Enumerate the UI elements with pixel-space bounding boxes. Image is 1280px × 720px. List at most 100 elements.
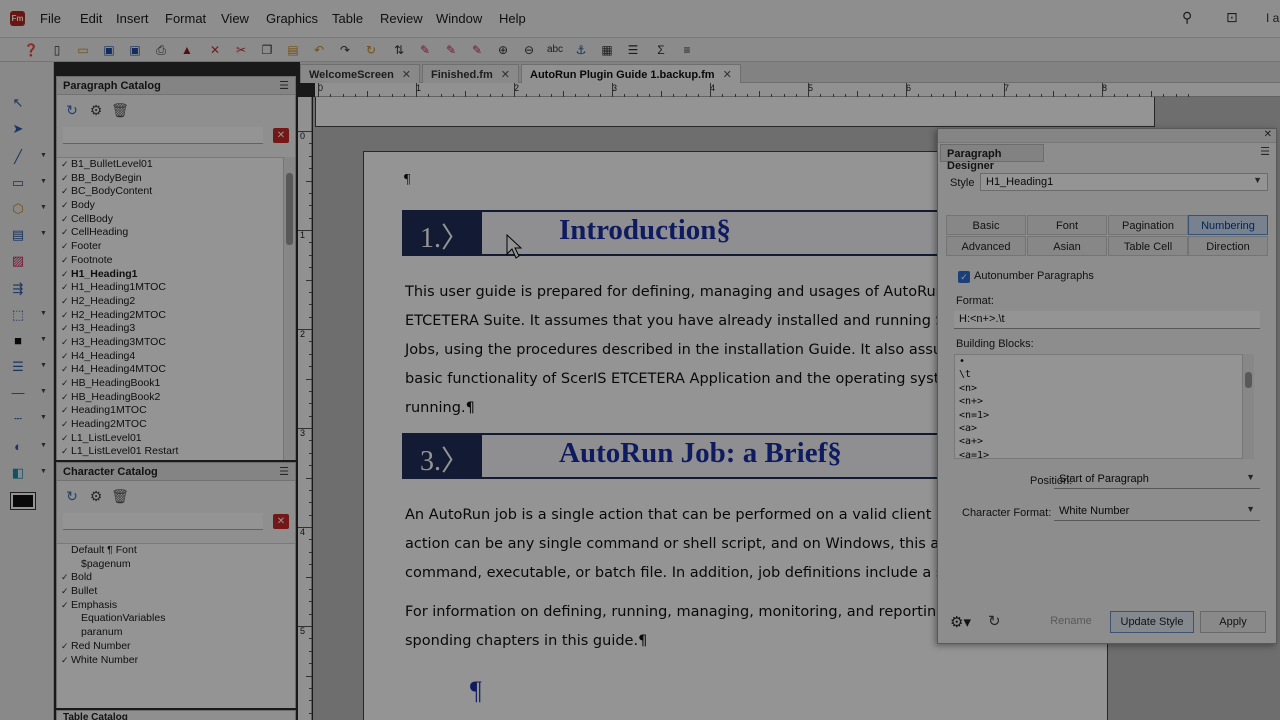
body-paragraph-2[interactable]: An AutoRun job is a single action that c… [405,501,990,588]
tab-welcome[interactable]: WelcomeScreen ✕ [300,64,421,83]
heading-autorun-job[interactable]: 3.〉 AutoRun Job: a Brief§ [402,433,962,479]
paragraph-filter-input[interactable] [63,127,263,144]
menu-insert[interactable]: Insert [116,11,149,26]
close-icon[interactable]: ✕ [1264,129,1272,140]
list-item[interactable]: ✓ H3_Heading3 [57,322,283,336]
trash-icon[interactable]: 🗑 [111,101,129,119]
refresh-icon[interactable]: ↻ [988,612,1001,630]
save-all-icon[interactable]: ▣ [126,41,144,59]
close-icon[interactable]: ✕ [402,69,411,81]
dash-icon[interactable]: ┄ [8,410,28,428]
image-icon[interactable]: ▨ [8,252,28,270]
building-blocks-scrollbar[interactable] [1242,354,1254,459]
flow-icon[interactable]: ⇶ [8,280,28,298]
list-item[interactable]: ✓ H4_Heading4 [57,350,283,364]
redo-icon[interactable]: ↷ [336,41,354,59]
list-item[interactable]: ✓ BB_BodyBegin [57,172,283,186]
list-item[interactable]: ✓ L1_ListLevel01 [57,432,283,446]
list-item[interactable]: ✓ White Number [57,654,295,668]
chevron-down-icon[interactable]: ▼ [40,230,47,237]
list-item[interactable]: ✓ Heading1MTOC [57,404,283,418]
list-item[interactable]: ✓ H1_Heading1MTOC [57,281,283,295]
menu-table[interactable]: Table [332,11,363,26]
list-item[interactable]: ✓ Bold [57,571,295,585]
autonumber-checkbox[interactable]: ✓ [958,271,970,283]
tab-asian[interactable]: Asian [1027,236,1107,256]
chevron-down-icon[interactable]: ▼ [40,336,47,343]
select-region-icon[interactable]: ⬚ [8,306,28,324]
workspace-icon[interactable]: ⊡ [1226,9,1238,26]
zoom-in-icon[interactable]: ⊕ [494,41,512,59]
menu-help[interactable]: Help [499,11,526,26]
clear-filter-icon[interactable]: ✕ [273,514,289,529]
building-block-item[interactable]: <a=1> [955,449,1253,458]
swap-icon[interactable]: ⇅ [390,41,408,59]
list-item[interactable]: ✓ Red Number [57,640,295,654]
tab-pagination[interactable]: Pagination [1108,215,1188,235]
character-filter-input[interactable] [63,513,263,530]
menu-window[interactable]: Window [436,11,482,26]
fill-color-icon[interactable]: ■ [8,332,28,350]
paint-format-icon[interactable]: ✎ [416,41,434,59]
paragraph-list-scrollbar[interactable] [283,157,295,460]
list-item[interactable]: ✓ HB_HeadingBook1 [57,377,283,391]
list-item[interactable]: ✓ CellBody [57,213,283,227]
building-block-item[interactable]: <n=1> [955,409,1253,422]
building-block-item[interactable]: <n> [955,382,1253,395]
menu-view[interactable]: View [221,11,249,26]
table-icon[interactable]: ▦ [598,41,616,59]
paint-format2-icon[interactable]: ✎ [442,41,460,59]
list-item[interactable]: ✓ H4_Heading4MTOC [57,363,283,377]
scrollbar-thumb[interactable] [1245,372,1252,388]
polygon-icon[interactable]: ⬡ [8,200,28,218]
zoom-out-icon[interactable]: ⊖ [520,41,538,59]
align-icon[interactable]: ≡ [678,41,696,59]
line-width-icon[interactable]: ☰ [8,358,28,376]
cut-icon[interactable]: ✂ [232,41,250,59]
gear-icon[interactable]: ⚙ [87,487,105,505]
apply-button[interactable]: Apply [1200,611,1266,633]
rectangle-icon[interactable]: ▭ [8,174,28,192]
rename-button[interactable]: Rename [1038,611,1104,633]
clear-filter-icon[interactable]: ✕ [273,128,289,143]
format-input[interactable]: H:<n+>.\t [954,311,1260,329]
refresh-icon[interactable]: ↻ [63,101,81,119]
open-folder-icon[interactable]: ▭ [74,41,92,59]
tab-table-cell[interactable]: Table Cell [1108,236,1188,256]
delete-icon[interactable]: ✕ [206,41,224,59]
tab-font[interactable]: Font [1027,215,1107,235]
tab-autorun-guide[interactable]: AutoRun Plugin Guide 1.backup.fm ✕ [521,64,741,83]
list-item[interactable]: $pagenum [57,558,295,572]
list-item[interactable]: paranum [57,626,295,640]
chevron-down-icon[interactable]: ▼ [40,152,47,159]
list-item[interactable]: ✓ Emphasis [57,599,295,613]
help-icon[interactable]: ❓ [22,41,40,59]
position-select[interactable]: Start of Paragraph ▼ [1054,471,1260,489]
list-item[interactable]: ✓ H3_Heading3MTOC [57,336,283,350]
gear-icon[interactable]: ⚙ [87,101,105,119]
body-paragraph-1[interactable]: This user guide is prepared for defining… [405,278,982,423]
workspace-label[interactable]: I a [1266,11,1279,25]
line-icon[interactable]: ╱ [8,148,28,166]
color-swatch-icon[interactable] [10,492,36,510]
list-item[interactable]: ✓ H1_Heading1 [57,268,283,282]
print-icon[interactable]: ⎙ [152,41,170,59]
building-block-item[interactable]: <n+> [955,395,1253,408]
menu-graphics[interactable]: Graphics [266,11,318,26]
list-item[interactable]: ✓ BC_BodyContent [57,185,283,199]
tint-icon[interactable]: ◐ [8,438,28,456]
panel-menu-icon[interactable]: ☰ [1260,145,1270,158]
character-format-select[interactable]: White Number ▼ [1054,503,1260,521]
close-icon[interactable]: ✕ [501,69,510,81]
menu-review[interactable]: Review [380,11,423,26]
chevron-down-icon[interactable]: ▼ [40,204,47,211]
list-item[interactable]: EquationVariables [57,612,295,626]
chevron-down-icon[interactable]: ▼ [40,178,47,185]
list-item[interactable]: ✓ B1_BulletLevel01 [57,158,283,172]
spellcheck-icon[interactable]: abc [546,41,564,59]
list-item[interactable]: ✓ HB_HeadingBook2 [57,391,283,405]
lock-icon[interactable]: ▲ [178,41,196,59]
building-block-item[interactable]: \t [955,368,1253,381]
building-blocks-list[interactable]: • \t <n> <n+> <n=1> <a> <a+> <a=1> [954,354,1254,459]
list-item[interactable]: ✓ L1_ListLevel01 Restart [57,445,283,459]
